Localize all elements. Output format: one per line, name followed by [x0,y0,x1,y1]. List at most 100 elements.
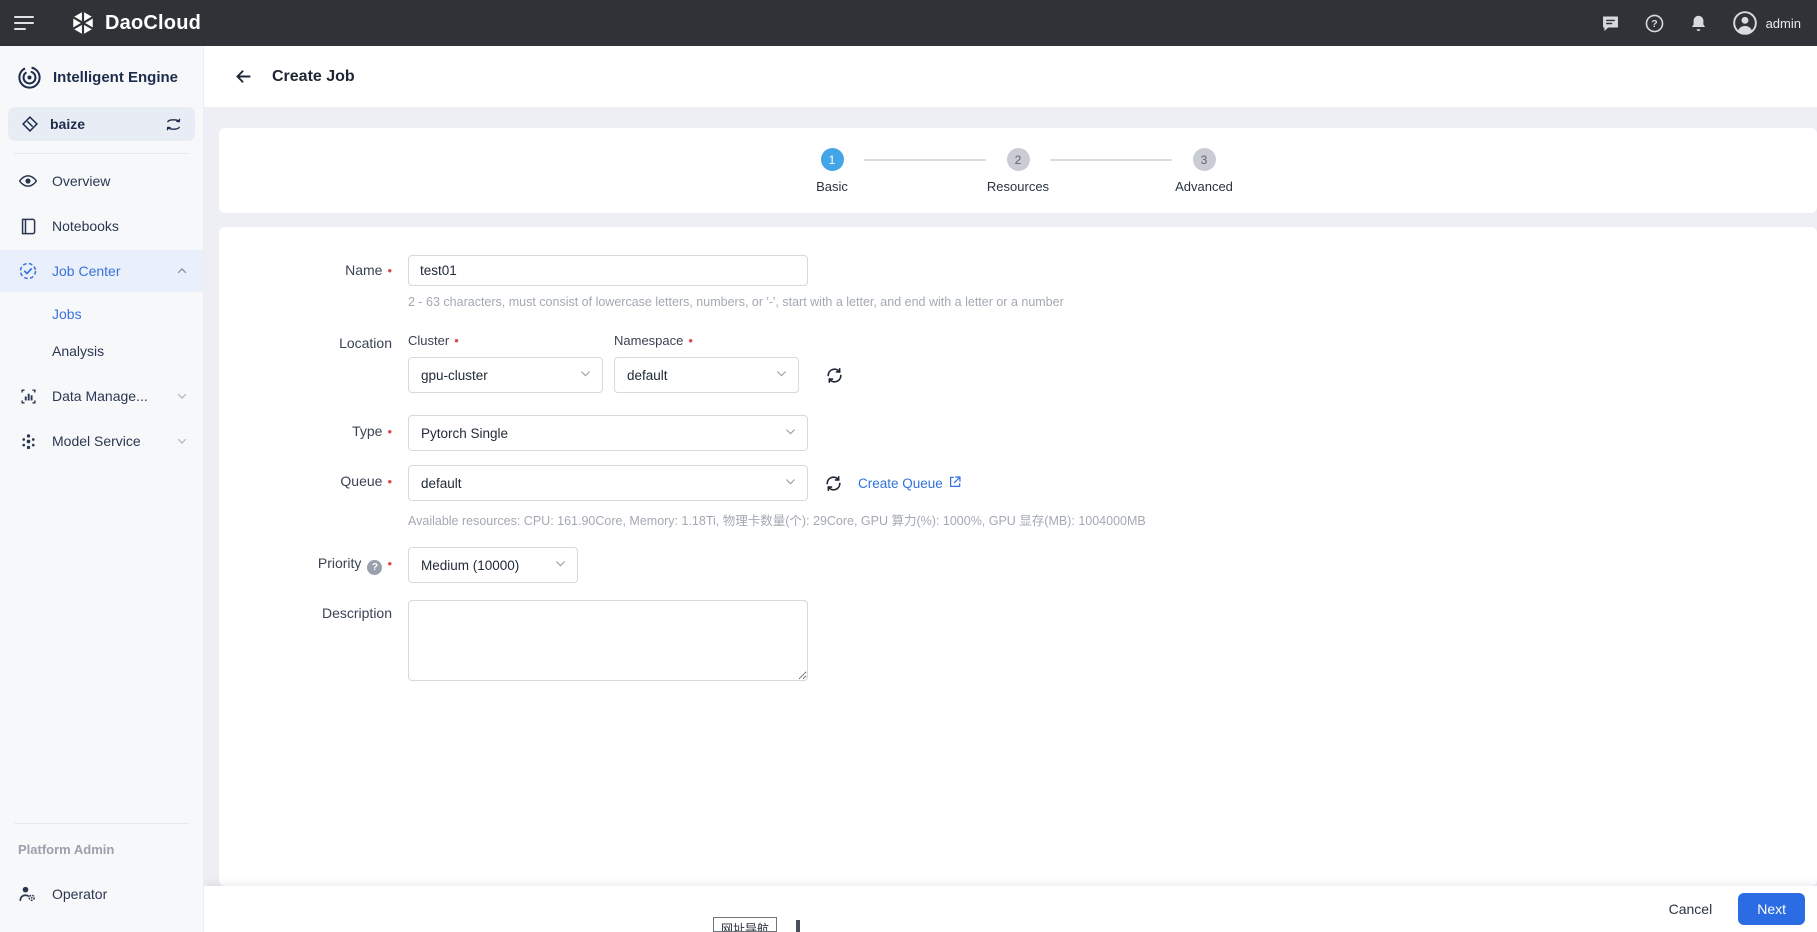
refresh-queue-icon[interactable] [823,473,843,493]
form-panel: Name • 2 - 63 characters, must consist of… [219,227,1817,886]
chevron-down-icon [775,367,788,383]
brand-name: DaoCloud [105,12,201,35]
priority-help-icon[interactable]: ? [367,560,382,575]
sidebar-item-operator[interactable]: Operator [0,873,203,915]
next-button[interactable]: Next [1738,893,1805,925]
sidebar-item-data-management[interactable]: Data Manage... [0,375,203,417]
step-connector [1050,159,1172,161]
nodes-icon [18,431,38,451]
refresh-location-icon[interactable] [824,365,844,385]
page-header: Create Job [204,46,1817,107]
step-resources[interactable]: 2 Resources [986,148,1050,194]
form-row-description: Description [219,600,1817,681]
create-queue-link[interactable]: Create Queue [858,475,962,492]
sidebar-item-label: Job Center [52,263,161,279]
sidebar-item-label: Model Service [52,433,161,449]
footer-bar: Cancel Next [204,886,1817,932]
intelligent-engine-icon [16,64,43,91]
sidebar-item-label: Notebooks [52,218,189,234]
form-row-name: Name • 2 - 63 characters, must consist of… [219,255,1817,309]
sidebar-item-jobs[interactable]: Jobs [0,295,203,332]
name-helper-text: 2 - 63 characters, must consist of lower… [408,295,1064,309]
form-row-location: Location Cluster • gpu-cluster [219,333,1817,393]
chevron-up-icon [175,261,189,281]
back-arrow-icon[interactable] [230,64,256,90]
required-marker: • [387,474,392,489]
step-number: 1 [821,148,844,171]
cluster-label: Cluster [408,333,449,348]
sidebar-item-label: Data Manage... [52,388,161,404]
queue-label: Queue [340,473,382,489]
priority-value: Medium (10000) [421,558,519,573]
sidebar-item-analysis[interactable]: Analysis [0,332,203,369]
external-link-icon [948,475,962,492]
workspace-icon [20,114,40,134]
stepper: 1 Basic 2 Resources 3 Advanced [800,148,1236,194]
create-queue-label: Create Queue [858,476,943,491]
description-label: Description [322,605,392,621]
chevron-down-icon [175,431,189,451]
description-textarea[interactable] [408,600,808,681]
queue-select[interactable]: default [408,465,808,501]
book-icon [18,216,38,236]
type-label: Type [352,423,382,439]
product-name: Intelligent Engine [53,69,178,86]
name-input[interactable] [408,255,808,286]
chevron-down-icon [554,557,567,573]
sidebar: Intelligent Engine baize Overview Notebo… [0,46,204,932]
name-label: Name [345,262,382,278]
namespace-value: default [627,368,668,383]
chevron-down-icon [579,367,592,383]
step-number: 3 [1193,148,1216,171]
sidebar-item-overview[interactable]: Overview [0,160,203,202]
check-circle-icon [18,261,38,281]
step-basic[interactable]: 1 Basic [800,148,864,194]
operator-icon [18,884,38,904]
svg-text:?: ? [1651,18,1657,30]
sidebar-nav: Overview Notebooks Job Center Jobs Analy… [0,160,203,821]
eye-icon [18,171,38,191]
namespace-label: Namespace [614,333,683,348]
message-icon[interactable] [1600,12,1622,34]
product-header: Intelligent Engine [0,46,203,105]
chevron-down-icon [175,386,189,406]
sidebar-item-model-service[interactable]: Model Service [0,420,203,462]
workspace-selector[interactable]: baize [8,107,195,141]
topbar: DaoCloud ? admin [0,0,1817,46]
cluster-value: gpu-cluster [421,368,488,383]
switch-workspace-icon[interactable] [163,114,183,134]
namespace-select[interactable]: default [614,357,799,393]
help-icon[interactable]: ? [1644,12,1666,34]
required-marker: • [688,333,693,348]
step-label: Basic [816,179,848,194]
required-marker: • [387,263,392,278]
sidebar-subitem-label: Jobs [52,306,82,322]
cancel-button[interactable]: Cancel [1669,901,1713,917]
page-title: Create Job [272,68,355,86]
cluster-select[interactable]: gpu-cluster [408,357,603,393]
type-select[interactable]: Pytorch Single [408,415,808,451]
priority-select[interactable]: Medium (10000) [408,547,578,583]
divider [14,823,189,824]
form-row-type: Type• Pytorch Single [219,415,1817,451]
bell-icon[interactable] [1688,12,1710,34]
sidebar-item-label: Overview [52,173,189,189]
sidebar-item-notebooks[interactable]: Notebooks [0,205,203,247]
main-area: 1 Basic 2 Resources 3 Advanced [204,107,1817,886]
form-row-priority: Priority?• Medium (10000) [219,547,1817,583]
type-value: Pytorch Single [421,426,508,441]
hamburger-menu-icon[interactable] [0,0,46,46]
step-connector [864,159,986,161]
location-label: Location [339,335,392,351]
sidebar-bottom-section: Platform Admin Operator [0,821,203,932]
sidebar-subitem-label: Analysis [52,343,104,359]
daocloud-logo-icon [70,10,96,36]
step-advanced[interactable]: 3 Advanced [1172,148,1236,194]
form-row-queue: Queue• default Create Que [219,465,1817,529]
chevron-down-icon [784,425,797,441]
bar-chart-icon [18,386,38,406]
user-menu[interactable]: admin [1732,10,1801,36]
nav-overlay-box: 网址导航 [713,917,777,932]
content: Create Job 1 Basic 2 Resources 3 Advance… [204,46,1817,932]
sidebar-item-job-center[interactable]: Job Center [0,250,203,292]
